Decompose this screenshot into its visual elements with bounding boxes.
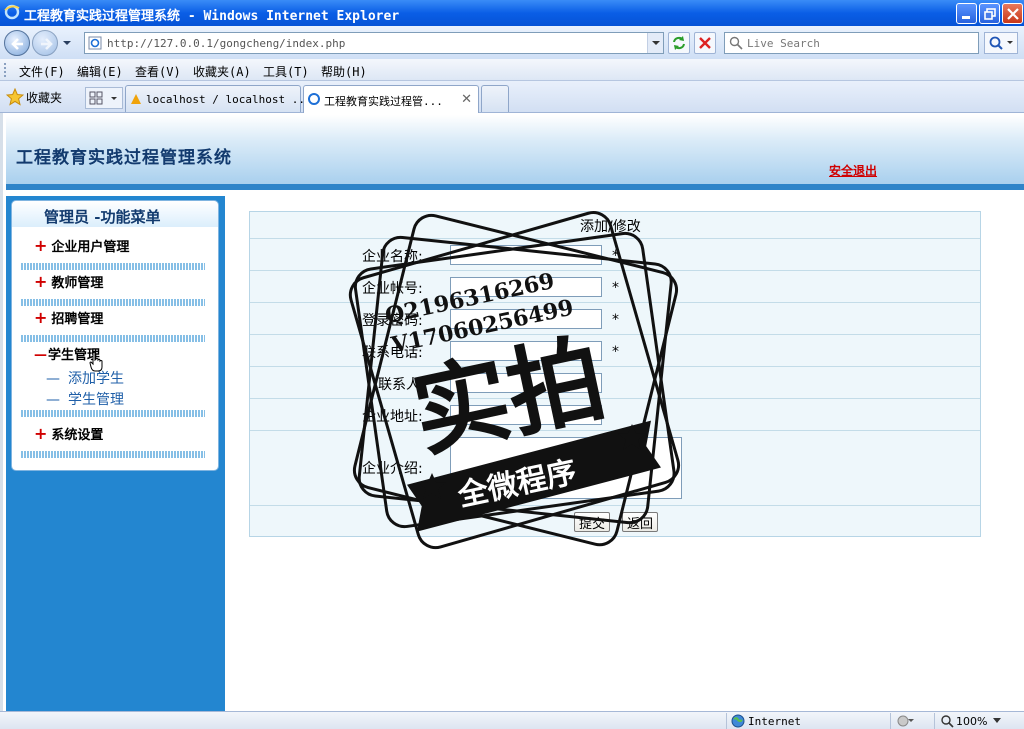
status-divider [934,713,935,729]
menu-group-recruitment[interactable]: + 招聘管理 [34,308,103,327]
tab-current[interactable]: 工程教育实践过程管... ✕ [303,85,479,113]
refresh-icon [673,36,685,50]
security-zone[interactable]: Internet [748,715,801,728]
watermark-stamp: Q2196316269 V17060256499 实拍 全微程序 [348,211,681,550]
menu-view[interactable]: 查看(V) [135,63,181,80]
minimize-button[interactable] [956,3,977,24]
expand-plus-icon: + [34,424,48,443]
quick-tabs-icon [89,91,117,105]
expand-plus-icon: + [34,236,48,255]
address-dropdown-button[interactable] [647,33,663,53]
close-icon [1007,8,1019,20]
history-dropdown-icon[interactable] [62,38,72,48]
search-go-icon [989,36,1013,50]
submenu-student-management[interactable]: — 学生管理 [46,389,124,409]
expand-plus-icon: + [34,272,48,291]
menu-file[interactable]: 文件(F) [19,63,65,80]
restore-icon [984,8,996,20]
bullet-dash-icon: — [46,392,60,408]
menu-help[interactable]: 帮助(H) [321,63,367,80]
close-button[interactable] [1002,3,1023,24]
menu-group-company-users[interactable]: + 企业用户管理 [34,236,129,255]
minimize-icon [962,16,970,19]
menu-group-label: 系统设置 [51,428,104,443]
status-divider [890,713,891,729]
back-button[interactable] [4,30,30,56]
menu-divider [21,451,205,458]
globe-icon [731,714,745,728]
submenu-label: 学生管理 [68,392,124,408]
submenu-add-student[interactable]: — 添加学生 [46,368,124,388]
menu-tools[interactable]: 工具(T) [263,63,309,80]
search-placeholder: Live Search [747,37,820,50]
site-header: 工程教育实践过程管理系统 安全退出 [6,115,1024,190]
sidebar: 管理员 -功能菜单 + 企业用户管理 + 教师管理 + 招聘管理 —学生管理 — 添加学… [6,196,225,711]
tab-phpmyadmin[interactable]: localhost / localhost ... [125,85,312,112]
menu-group-teachers[interactable]: + 教师管理 [34,272,103,291]
status-bar: Internet 100% [0,711,1024,729]
menu-group-label: 企业用户管理 [51,240,130,255]
menu-heading: 管理员 -功能菜单 [12,201,218,227]
search-button[interactable] [984,32,1018,54]
status-divider [726,713,727,729]
hand-cursor-icon [89,352,103,372]
window-title-bar[interactable]: 工程教育实践过程管理系统 - Windows Internet Explorer [0,0,1024,26]
menu-bar: 文件(F) 编辑(E) 查看(V) 收藏夹(A) 工具(T) 帮助(H) [0,59,1024,81]
forward-arrow-icon [41,38,53,50]
menu-group-label: 教师管理 [51,276,104,291]
refresh-button[interactable] [668,32,690,54]
zoom-icon [941,715,954,728]
collapse-minus-icon: — [34,348,47,363]
ie-page-icon [88,36,102,50]
zoom-level[interactable]: 100% [956,715,987,728]
search-icon [729,36,743,50]
ie-page-icon [308,93,320,105]
menu-favorites[interactable]: 收藏夹(A) [193,63,251,80]
address-toolbar: http://127.0.0.1/gongcheng/index.php Liv… [0,26,1024,59]
function-menu: 管理员 -功能菜单 + 企业用户管理 + 教师管理 + 招聘管理 —学生管理 — 添加学… [11,200,219,471]
address-field[interactable]: http://127.0.0.1/gongcheng/index.php [84,32,664,54]
forward-button[interactable] [32,30,58,56]
site-title: 工程教育实践过程管理系统 [16,148,232,168]
menu-group-settings[interactable]: + 系统设置 [34,424,103,443]
stop-button[interactable] [694,32,716,54]
chevron-down-icon [652,41,660,45]
expand-plus-icon: + [34,308,48,327]
back-arrow-icon [11,38,23,50]
phpmyadmin-icon [131,94,141,104]
toolbar-grip[interactable] [4,63,7,77]
favorites-star-icon[interactable] [6,88,24,106]
zoom-dropdown-icon[interactable] [993,718,1001,724]
menu-divider [21,335,205,342]
new-tab-button[interactable] [481,85,509,112]
url-text[interactable]: http://127.0.0.1/gongcheng/index.php [107,37,345,50]
bullet-dash-icon: — [46,371,60,387]
menu-heading-text: 管理员 -功能菜单 [44,208,161,226]
quick-tabs-button[interactable] [85,87,123,109]
restore-button[interactable] [979,3,1000,24]
menu-divider [21,263,205,270]
menu-divider [21,299,205,306]
tab-label: localhost / localhost ... [146,93,312,106]
menu-divider [21,410,205,417]
menu-group-label: 招聘管理 [51,312,104,327]
submenu-label: 添加学生 [68,371,124,387]
ie-logo-icon [4,4,20,20]
favorites-bar: 收藏夹 localhost / localhost ... 工程教育实践过程管.… [0,81,1024,113]
logout-link[interactable]: 安全退出 [829,162,877,179]
menu-edit[interactable]: 编辑(E) [77,63,123,80]
window-title: 工程教育实践过程管理系统 - Windows Internet Explorer [24,9,400,24]
favorites-label[interactable]: 收藏夹 [26,89,62,106]
search-input[interactable]: Live Search [724,32,979,54]
tab-label: 工程教育实践过程管... [324,95,443,108]
stop-icon [699,37,711,49]
tab-close-icon[interactable]: ✕ [461,92,472,107]
protected-mode-icon[interactable] [896,714,914,728]
